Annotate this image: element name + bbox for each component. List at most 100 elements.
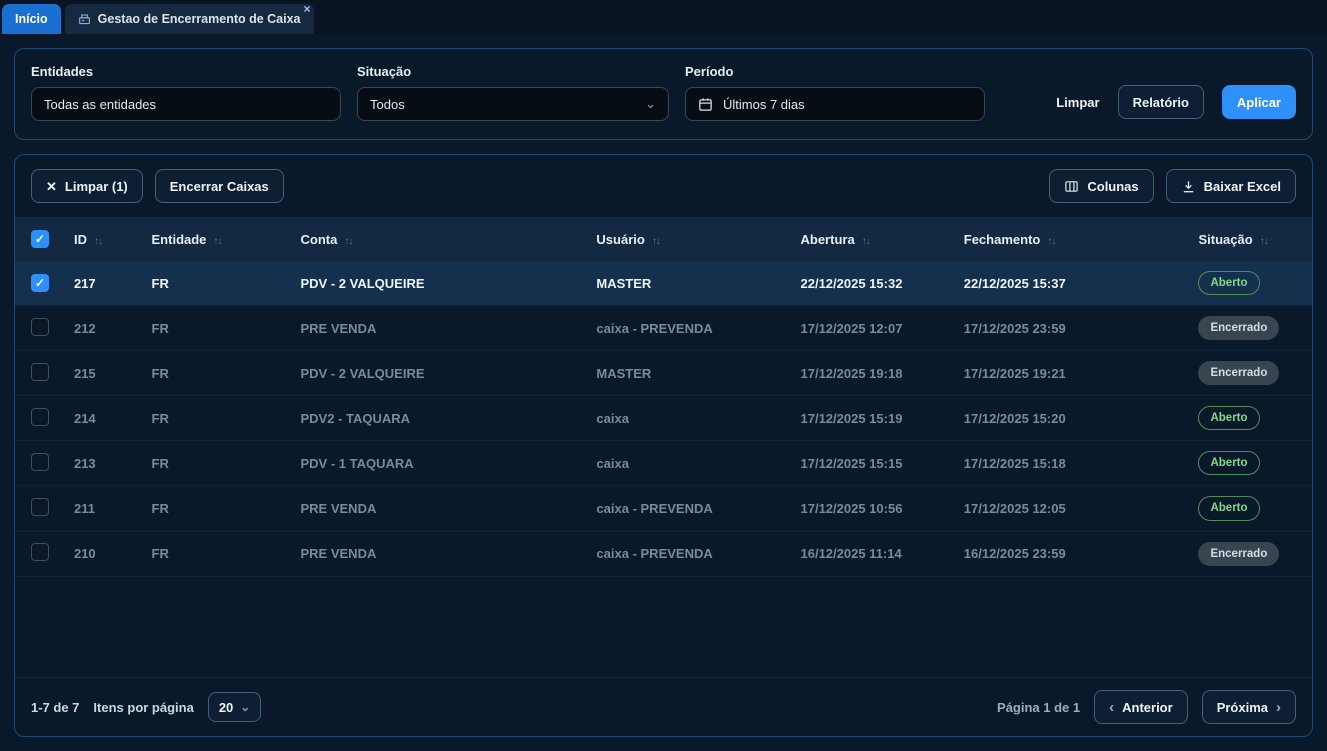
proxima-label: Próxima [1217, 700, 1268, 715]
periodo-value: Últimos 7 dias [723, 97, 805, 112]
entidades-input[interactable]: Todas as entidades [31, 87, 341, 121]
cell-fechamento: 17/12/2025 23:59 [954, 306, 1189, 351]
cell-id: 217 [64, 261, 142, 306]
chevron-down-icon: ⌄ [240, 700, 250, 714]
status-badge: Encerrado [1198, 542, 1279, 566]
sort-icon[interactable]: ↑↓ [94, 236, 102, 247]
table-toolbar: ✕ Limpar (1) Encerrar Caixas Colunas [15, 155, 1312, 217]
status-badge: Aberto [1198, 451, 1259, 475]
encerrar-caixas-button[interactable]: Encerrar Caixas [155, 169, 284, 203]
cell-id: 215 [64, 351, 142, 396]
cell-conta: PDV - 1 TAQUARA [291, 441, 587, 486]
cell-entidade: FR [142, 441, 291, 486]
row-checkbox[interactable] [31, 543, 49, 561]
cell-abertura: 16/12/2025 11:14 [791, 531, 954, 576]
sort-icon[interactable]: ↑↓ [213, 236, 221, 247]
cell-conta: PRE VENDA [291, 486, 587, 531]
cell-usuario: caixa [586, 441, 790, 486]
baixar-excel-button[interactable]: Baixar Excel [1166, 169, 1296, 203]
baixar-excel-label: Baixar Excel [1204, 179, 1281, 194]
tab-bar: Início Gestao de Encerramento de Caixa × [0, 0, 1327, 34]
main-content: Entidades Todas as entidades Situação To… [0, 34, 1327, 751]
relatorio-button[interactable]: Relatório [1118, 85, 1204, 119]
cell-id: 211 [64, 486, 142, 531]
proxima-button[interactable]: Próxima › [1202, 690, 1296, 724]
colunas-button[interactable]: Colunas [1049, 169, 1153, 203]
cell-entidade: FR [142, 486, 291, 531]
row-checkbox[interactable] [31, 363, 49, 381]
cell-conta: PRE VENDA [291, 306, 587, 351]
tab-inicio[interactable]: Início [2, 4, 61, 34]
row-checkbox[interactable] [31, 408, 49, 426]
cell-entidade: FR [142, 396, 291, 441]
items-per-page-select[interactable]: 20 ⌄ [208, 692, 262, 722]
status-badge: Aberto [1198, 406, 1259, 430]
status-badge: Encerrado [1198, 316, 1279, 340]
situacao-value: Todos [370, 97, 405, 112]
cell-fechamento: 17/12/2025 12:05 [954, 486, 1189, 531]
limpar-filtros-button[interactable]: Limpar [1056, 95, 1099, 110]
chevron-down-icon: ⌄ [645, 96, 656, 112]
close-tab-icon[interactable]: × [304, 3, 311, 15]
cell-fechamento: 17/12/2025 15:18 [954, 441, 1189, 486]
sort-icon[interactable]: ↑↓ [1047, 236, 1055, 247]
tab-inicio-label: Início [15, 12, 48, 26]
row-checkbox[interactable] [31, 318, 49, 336]
aplicar-label: Aplicar [1237, 95, 1281, 110]
cell-usuario: caixa [586, 396, 790, 441]
table-row[interactable]: 211 FR PRE VENDA caixa - PREVENDA 17/12/… [15, 486, 1312, 531]
situacao-select[interactable]: Todos ⌄ [357, 87, 669, 121]
limpar-selecao-button[interactable]: ✕ Limpar (1) [31, 169, 143, 203]
column-header-abertura: Abertura↑↓ [791, 217, 954, 261]
table-row[interactable]: 212 FR PRE VENDA caixa - PREVENDA 17/12/… [15, 306, 1312, 351]
sort-icon[interactable]: ↑↓ [862, 236, 870, 247]
anterior-label: Anterior [1122, 700, 1173, 715]
cell-entidade: FR [142, 351, 291, 396]
anterior-button[interactable]: ‹ Anterior [1094, 690, 1188, 724]
aplicar-button[interactable]: Aplicar [1222, 85, 1296, 119]
chevron-right-icon: › [1276, 700, 1281, 715]
table-row[interactable]: 217 FR PDV - 2 VALQUEIRE MASTER 22/12/20… [15, 261, 1312, 306]
table-row[interactable]: 213 FR PDV - 1 TAQUARA caixa 17/12/2025 … [15, 441, 1312, 486]
sort-icon[interactable]: ↑↓ [652, 236, 660, 247]
table-body: 217 FR PDV - 2 VALQUEIRE MASTER 22/12/20… [15, 261, 1312, 576]
table-empty-area [15, 577, 1312, 677]
row-checkbox[interactable] [31, 498, 49, 516]
cell-abertura: 17/12/2025 12:07 [791, 306, 954, 351]
periodo-input[interactable]: Últimos 7 dias [685, 87, 985, 121]
items-per-page-label: Itens por página [93, 700, 193, 715]
columns-icon [1064, 179, 1079, 194]
colunas-label: Colunas [1087, 179, 1138, 194]
cell-id: 212 [64, 306, 142, 351]
download-icon [1181, 179, 1196, 194]
entidades-value: Todas as entidades [44, 97, 156, 112]
cash-register-icon [78, 13, 91, 26]
table-row[interactable]: 214 FR PDV2 - TAQUARA caixa 17/12/2025 1… [15, 396, 1312, 441]
periodo-label: Período [685, 64, 985, 79]
row-checkbox[interactable] [31, 274, 49, 292]
cell-id: 214 [64, 396, 142, 441]
column-header-usuario: Usuário↑↓ [586, 217, 790, 261]
cell-usuario: caixa - PREVENDA [586, 486, 790, 531]
cell-usuario: caixa - PREVENDA [586, 531, 790, 576]
cell-abertura: 22/12/2025 15:32 [791, 261, 954, 306]
filter-group-entidades: Entidades Todas as entidades [31, 64, 341, 121]
table-row[interactable]: 210 FR PRE VENDA caixa - PREVENDA 16/12/… [15, 531, 1312, 576]
filter-actions: Limpar Relatório Aplicar [1056, 85, 1296, 121]
cell-fechamento: 22/12/2025 15:37 [954, 261, 1189, 306]
row-checkbox[interactable] [31, 453, 49, 471]
chevron-left-icon: ‹ [1109, 700, 1114, 715]
sort-icon[interactable]: ↑↓ [344, 236, 352, 247]
tab-gestao-encerramento[interactable]: Gestao de Encerramento de Caixa × [65, 4, 314, 34]
cell-usuario: caixa - PREVENDA [586, 306, 790, 351]
cell-fechamento: 16/12/2025 23:59 [954, 531, 1189, 576]
select-all-checkbox[interactable] [31, 230, 49, 248]
caixas-table: ID↑↓ Entidade↑↓ Conta↑↓ Usuário↑↓ Abertu… [15, 217, 1312, 577]
status-badge: Aberto [1198, 496, 1259, 520]
cell-conta: PRE VENDA [291, 531, 587, 576]
sort-icon[interactable]: ↑↓ [1260, 236, 1268, 247]
table-row[interactable]: 215 FR PDV - 2 VALQUEIRE MASTER 17/12/20… [15, 351, 1312, 396]
cell-abertura: 17/12/2025 15:15 [791, 441, 954, 486]
table-panel: ✕ Limpar (1) Encerrar Caixas Colunas [14, 154, 1313, 737]
column-header-conta: Conta↑↓ [291, 217, 587, 261]
